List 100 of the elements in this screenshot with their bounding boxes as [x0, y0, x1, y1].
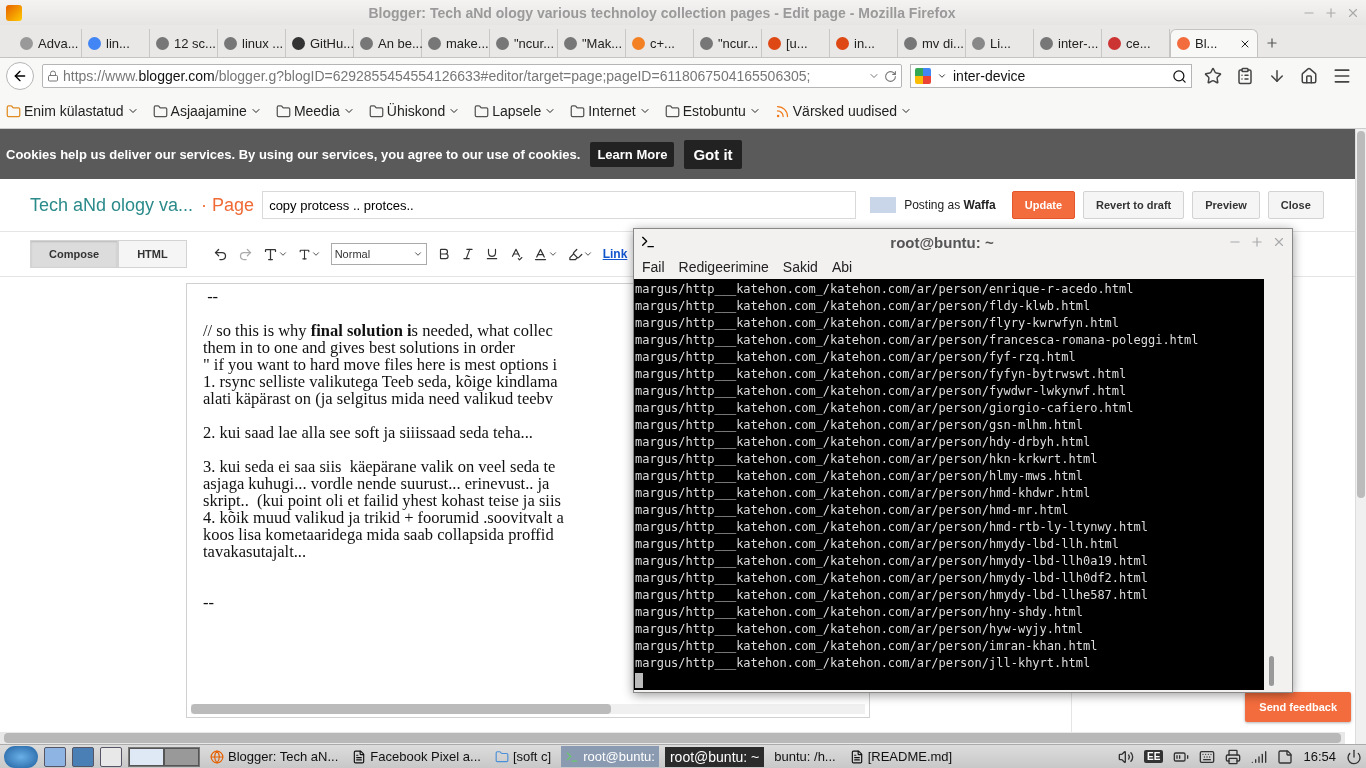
- learn-more-button[interactable]: Learn More: [590, 141, 675, 167]
- file-manager-icon[interactable]: [44, 746, 66, 767]
- keyboard-icon[interactable]: [1199, 748, 1216, 765]
- favicon-icon: [768, 36, 781, 50]
- terminal-line: margus/http___katehon.com_/katehon.com/ar/person/hmd-khdwr.html: [635, 485, 1092, 502]
- terminal-line: margus/http___katehon.com_/katehon.com/ar/person/fldy-klwb.html: [635, 298, 1092, 315]
- browser-tab[interactable]: Bl...: [1170, 29, 1258, 57]
- back-button[interactable]: [6, 62, 34, 90]
- taskbar-window-button[interactable]: [soft c]: [490, 746, 556, 767]
- volume-icon[interactable]: [1118, 748, 1135, 765]
- home-icon[interactable]: [1300, 67, 1318, 85]
- bookmark-folder[interactable]: Ühiskond: [368, 103, 461, 119]
- browser-tab[interactable]: "Mak...: [558, 29, 626, 57]
- browser-tab[interactable]: "ncur...: [490, 29, 558, 57]
- link-button[interactable]: Link: [602, 247, 628, 261]
- browser-tab[interactable]: 12 sc...: [150, 29, 218, 57]
- lock-icon: [47, 70, 59, 82]
- taskbar-window-button[interactable]: buntu: /h...: [770, 746, 840, 767]
- keyboard-layout-indicator[interactable]: EE: [1144, 750, 1164, 763]
- scrollbar[interactable]: [0, 732, 1345, 744]
- action-button[interactable]: Close: [1267, 191, 1324, 219]
- browser-tab[interactable]: Adva...: [14, 29, 82, 57]
- window-icon[interactable]: [100, 746, 122, 767]
- browser-tab[interactable]: linux ...: [218, 29, 286, 57]
- browser-tab[interactable]: in...: [830, 29, 898, 57]
- terminal-line: margus/http___katehon.com_/katehon.com/ar/person/fyf-rzq.html: [635, 349, 1077, 366]
- bookmark-folder[interactable]: Värsked uudised: [774, 103, 913, 119]
- browser-tab[interactable]: Li...: [966, 29, 1034, 57]
- browser-tab[interactable]: An be...: [354, 29, 422, 57]
- action-button[interactable]: Revert to draft: [1083, 191, 1185, 219]
- bookmark-folder[interactable]: Internet: [570, 103, 651, 119]
- browser-tab[interactable]: "ncur...: [694, 29, 762, 57]
- workspace-switcher[interactable]: [128, 746, 200, 767]
- paragraph-style-select[interactable]: Normal: [330, 243, 427, 265]
- browser-icon: [210, 749, 224, 764]
- document-icon: [352, 749, 367, 764]
- folder-icon: [474, 103, 490, 119]
- browser-tab[interactable]: make...: [422, 29, 490, 57]
- reload-icon[interactable]: [884, 69, 897, 83]
- bookmark-folder[interactable]: Meedia: [275, 103, 355, 119]
- browser-tab[interactable]: lin...: [82, 29, 150, 57]
- scrollbar[interactable]: [191, 704, 865, 714]
- dropdown-caret-icon[interactable]: [937, 71, 947, 81]
- terminal-line: margus/http___katehon.com_/katehon.com/ar/person/gsn-mlhm.html: [635, 417, 1084, 434]
- action-button[interactable]: Preview: [1192, 191, 1260, 219]
- underline-icon[interactable]: [484, 247, 499, 261]
- bookmark-folder[interactable]: Lapsele: [474, 103, 557, 119]
- printer-icon[interactable]: [1225, 748, 1242, 765]
- menu-icon[interactable]: [1332, 66, 1352, 86]
- menu-item[interactable]: Fail: [642, 259, 665, 275]
- taskbar-window-button[interactable]: Blogger: Tech aN...: [206, 746, 343, 767]
- font-size-icon[interactable]: [297, 247, 321, 261]
- start-menu-button[interactable]: [4, 745, 38, 768]
- terminal-line: margus/http___katehon.com_/katehon.com/ar/person/hmydy-lbd-llh.html: [635, 536, 1121, 553]
- terminal-icon: [565, 749, 580, 764]
- browser-tab[interactable]: mv di...: [898, 29, 966, 57]
- bookmark-folder[interactable]: Estobuntu: [664, 103, 761, 119]
- undo-icon[interactable]: [212, 246, 228, 262]
- bookmark-folder[interactable]: Enim külastatud: [6, 103, 139, 119]
- search-field[interactable]: inter-device: [910, 64, 1192, 88]
- taskbar-window-button[interactable]: [README.md]: [845, 746, 957, 767]
- bookmark-star-icon[interactable]: [1204, 67, 1222, 85]
- menu-item[interactable]: Redigeerimine: [678, 259, 769, 275]
- plus-icon[interactable]: [1265, 36, 1279, 50]
- posting-as-label: Posting as Waffa: [904, 198, 996, 212]
- signal-icon[interactable]: [1251, 748, 1268, 765]
- terminal-line: margus/http___katehon.com_/katehon.com/ar/person/hmd-mr.html: [635, 502, 1070, 519]
- menu-item[interactable]: Abi: [831, 259, 853, 275]
- highlight-icon[interactable]: [567, 246, 593, 262]
- network-icon[interactable]: [72, 746, 94, 767]
- browser-tab[interactable]: [u...: [762, 29, 830, 57]
- download-icon[interactable]: [1268, 67, 1286, 85]
- font-icon[interactable]: [262, 246, 288, 262]
- taskbar-window-button[interactable]: Facebook Pixel a...: [348, 746, 485, 767]
- browser-tab[interactable]: inter-...: [1034, 29, 1102, 57]
- page-title-field[interactable]: copy protcess .. protces..: [262, 191, 857, 219]
- search-icon[interactable]: [1172, 68, 1187, 84]
- address-field[interactable]: https://www.blogger.com/blogger.g?blogID=6292855454554126633#editor/target=page;pageID=6118067504165506305;: [42, 64, 902, 88]
- favicon-icon: [972, 36, 985, 50]
- blog-title[interactable]: Tech aNd ology va...: [30, 194, 194, 216]
- power-icon[interactable]: [1346, 748, 1362, 765]
- terminal-line: margus/http___katehon.com_/katehon.com/ar/person/hdy-drbyh.html: [635, 434, 1092, 451]
- reading-list-icon[interactable]: [1236, 67, 1254, 85]
- terminal-line: margus/http___katehon.com_/katehon.com/ar/person/hkn-krkwrt.html: [635, 451, 1099, 468]
- terminal-line: margus/http___katehon.com_/katehon.com/ar/person/hmd-rtb-ly-ltynwy.html: [635, 519, 1149, 536]
- got-it-button[interactable]: Got it: [684, 139, 742, 169]
- terminal-line: margus/http___katehon.com_/katehon.com/ar/person/hmydy-lbd-llh0a19.html: [635, 553, 1149, 570]
- text-color-icon[interactable]: [532, 246, 558, 262]
- scrollbar[interactable]: [1355, 129, 1366, 744]
- italic-icon[interactable]: [460, 247, 475, 261]
- bookmark-folder[interactable]: Asjaajamine: [152, 103, 262, 119]
- browser-tab[interactable]: c+...: [626, 29, 694, 57]
- mode-tab[interactable]: HTML: [118, 240, 187, 268]
- favicon-icon: [20, 36, 33, 50]
- terminal-line: margus/http___katehon.com_/katehon.com/ar/person/giorgio-cafiero.html: [635, 400, 1135, 417]
- menu-item[interactable]: Sakid: [782, 259, 818, 275]
- note-icon[interactable]: [1277, 748, 1294, 765]
- favicon-icon: [360, 36, 373, 50]
- mode-tab[interactable]: Compose: [30, 240, 119, 268]
- browser-tab[interactable]: GitHu...: [286, 29, 354, 57]
